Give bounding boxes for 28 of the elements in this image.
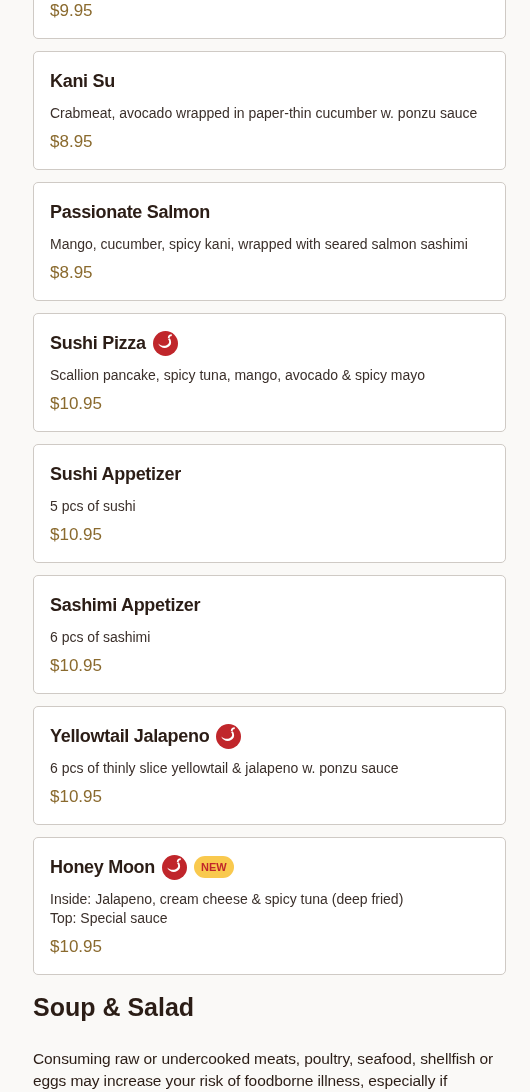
- item-name: Passionate Salmon: [50, 201, 210, 223]
- item-price: $8.95: [50, 262, 94, 284]
- item-price: $10.95: [50, 936, 103, 958]
- item-description: 5 pcs of sushi: [50, 497, 137, 516]
- item-price: $10.95: [50, 655, 103, 677]
- item-description: 6 pcs of thinly slice yellowtail & jalapeno w. ponzu sauce: [50, 759, 400, 778]
- item-name: Yellowtail Jalapeno: [50, 725, 210, 747]
- item-price: $8.95: [50, 131, 94, 153]
- food-safety-notice: Consuming raw or undercooked meats, poultry, seafood, shellfish or eggs may increase your risk of foodborne illness, especially if: [33, 1049, 495, 1091]
- new-badge: NEW: [194, 856, 234, 878]
- item-name: Kani Su: [50, 70, 115, 92]
- section-heading: Soup & Salad: [33, 993, 196, 1022]
- item-description: Crabmeat, avocado wrapped in paper-thin cucumber w. ponzu sauce: [50, 104, 479, 123]
- item-price: $10.95: [50, 524, 103, 546]
- item-description: Mango, cucumber, spicy kani, wrapped with seared salmon sashimi: [50, 235, 469, 254]
- item-name: Sushi Appetizer: [50, 463, 181, 485]
- item-name: Sushi Pizza: [50, 332, 146, 354]
- chili-icon: [216, 723, 242, 749]
- chili-icon: [152, 330, 178, 356]
- item-description: Scallion pancake, spicy tuna, mango, avocado & spicy mayo: [50, 366, 427, 385]
- item-name: Honey Moon: [50, 856, 155, 878]
- item-description: Inside: Jalapeno, cream cheese & spicy tuna (deep fried) Top: Special sauce: [50, 890, 405, 928]
- item-price: $9.95: [50, 0, 94, 22]
- item-price: $10.95: [50, 786, 103, 808]
- chili-icon: [162, 854, 187, 880]
- item-name: Sashimi Appetizer: [50, 594, 201, 616]
- item-description: 6 pcs of sashimi: [50, 628, 152, 647]
- item-price: $10.95: [50, 393, 103, 415]
